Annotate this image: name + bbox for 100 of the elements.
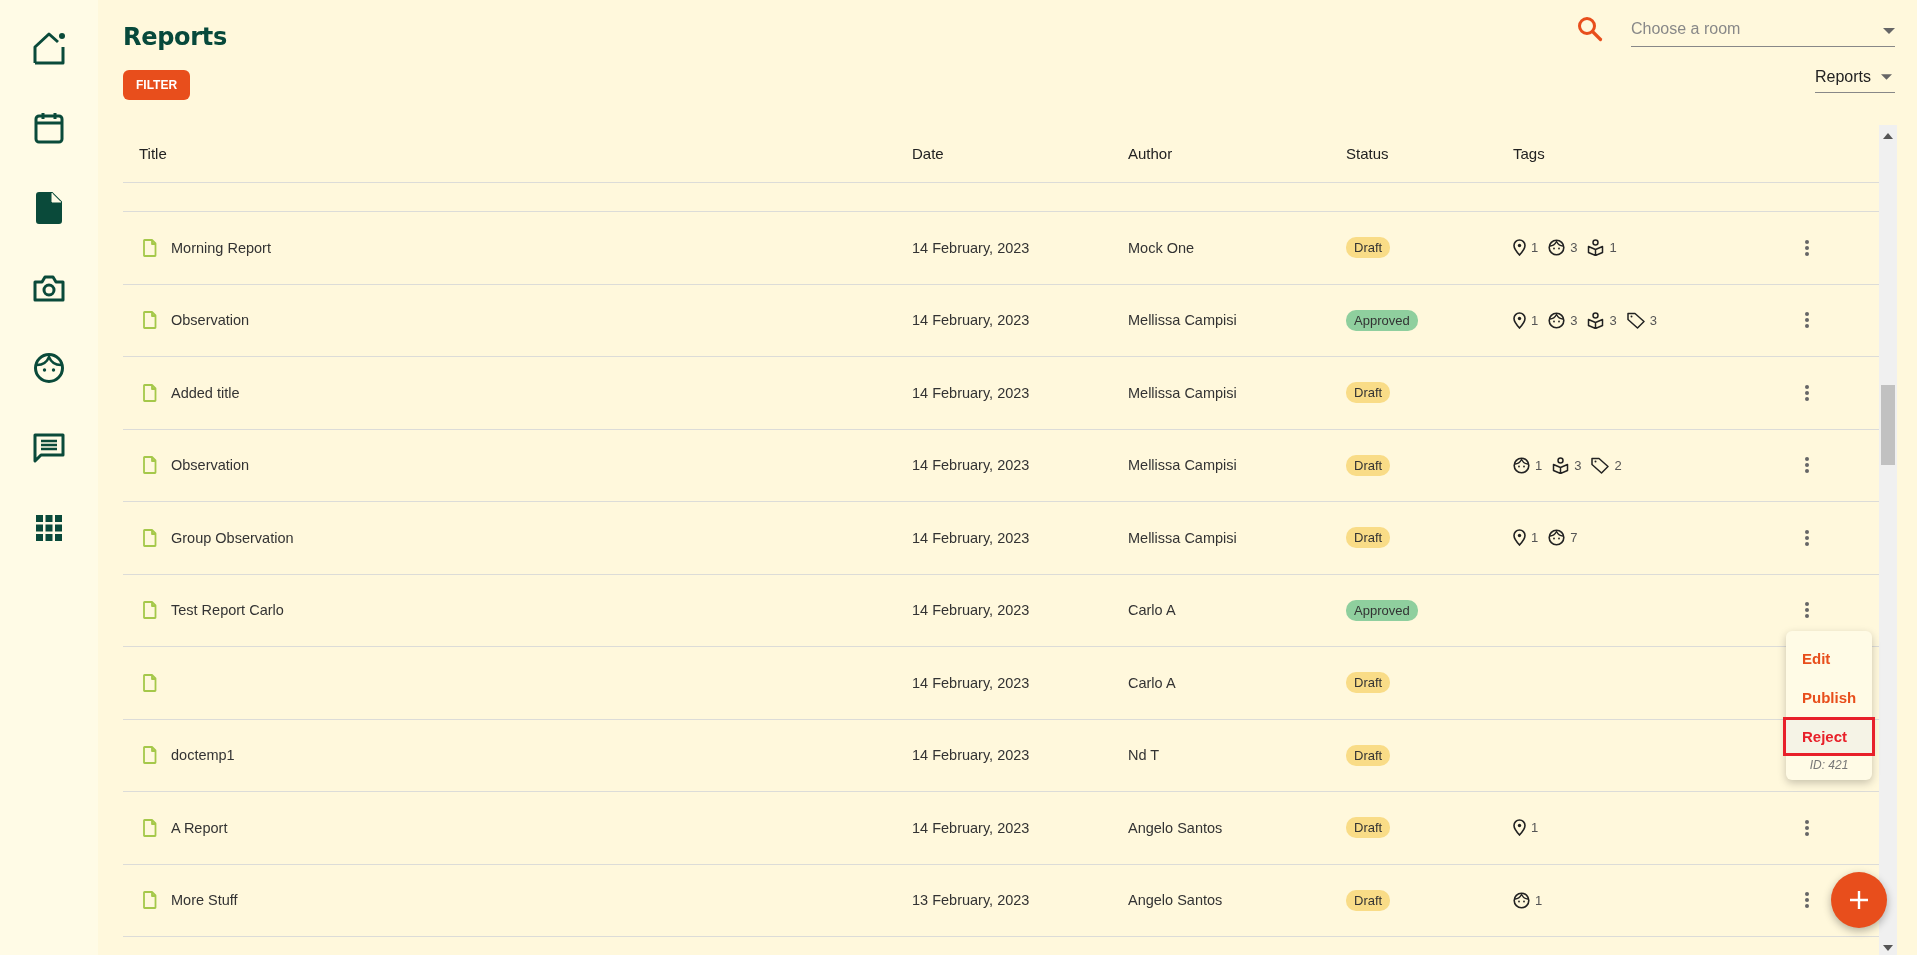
reader-icon: [1587, 311, 1605, 329]
tag-count: 1: [1535, 892, 1543, 908]
caret-icon[interactable]: [1883, 27, 1895, 34]
tag-icon: [1626, 311, 1645, 329]
tag-count: 2: [1614, 457, 1622, 473]
document-icon: [143, 311, 157, 330]
author-cell: Mellissa Campisi: [1128, 529, 1237, 546]
menu-item[interactable]: Edit: [1783, 639, 1875, 678]
more-icon[interactable]: [1804, 238, 1810, 257]
search-icon[interactable]: [1577, 16, 1603, 42]
camera-icon[interactable]: [33, 274, 65, 302]
document-icon: [143, 891, 157, 910]
date-cell: 13 February, 2023: [912, 892, 1030, 909]
menu-item[interactable]: Publish: [1783, 678, 1875, 717]
author-cell: Carlo A: [1128, 674, 1176, 691]
chat-icon[interactable]: [33, 432, 65, 464]
report-title[interactable]: Test Report Carlo: [171, 602, 284, 619]
more-icon[interactable]: [1804, 528, 1810, 547]
author-cell: Mellissa Campisi: [1128, 312, 1237, 329]
scrollbar[interactable]: [1879, 125, 1897, 955]
more-icon[interactable]: [1804, 383, 1810, 402]
author-cell: Carlo A: [1128, 602, 1176, 619]
location-pin-icon: [1513, 819, 1526, 837]
report-title[interactable]: Observation: [171, 457, 250, 474]
date-cell: 14 February, 2023: [912, 529, 1030, 546]
tag-count: 1: [1535, 457, 1543, 473]
plus-icon: [1849, 890, 1869, 910]
author-cell: Angelo Santos: [1128, 892, 1223, 909]
tag-count: 3: [1570, 312, 1578, 328]
report-title[interactable]: Morning Report: [171, 239, 271, 256]
tag-count: 1: [1531, 240, 1539, 256]
tag-count: 3: [1574, 457, 1582, 473]
document-icon: [143, 601, 157, 620]
more-icon[interactable]: [1804, 601, 1810, 620]
report-title[interactable]: doctemp1: [171, 747, 235, 764]
document-icon: [143, 746, 157, 765]
column-header: Date: [912, 145, 944, 162]
status-badge: Draft: [1346, 527, 1391, 549]
status-badge: Draft: [1346, 237, 1391, 259]
reader-icon: [1587, 239, 1605, 257]
menu-item[interactable]: Reject: [1783, 717, 1875, 756]
tag-count: 7: [1570, 530, 1578, 546]
author-cell: Mellissa Campisi: [1128, 384, 1237, 401]
date-cell: 14 February, 2023: [912, 457, 1030, 474]
status-badge: Approved: [1346, 309, 1418, 331]
calendar-icon[interactable]: [33, 111, 65, 145]
room-select[interactable]: Choose a room: [1631, 17, 1895, 47]
document-icon: [143, 383, 157, 402]
document-icon: [143, 818, 157, 837]
location-pin-icon: [1513, 239, 1526, 257]
document-icon: [143, 238, 157, 257]
view-select[interactable]: Reports: [1815, 68, 1895, 93]
column-header: Tags: [1513, 145, 1545, 162]
column-header: Status: [1346, 145, 1389, 162]
scroll-thumb[interactable]: [1881, 385, 1895, 465]
column-header: Title: [139, 145, 167, 162]
report-id: ID: 421: [1808, 757, 1850, 772]
scroll-down-icon[interactable]: [1883, 945, 1893, 951]
date-cell: 14 February, 2023: [912, 747, 1030, 764]
child-face-icon: [1513, 891, 1530, 909]
scroll-up-icon[interactable]: [1883, 133, 1893, 139]
document-icon[interactable]: [36, 192, 62, 224]
date-cell: 14 February, 2023: [912, 312, 1030, 329]
author-cell: Angelo Santos: [1128, 819, 1223, 836]
more-icon[interactable]: [1804, 311, 1810, 330]
document-icon: [143, 456, 157, 475]
filter-button[interactable]: FILTER: [123, 70, 191, 100]
status-badge: Draft: [1346, 454, 1391, 476]
report-title[interactable]: Observation: [171, 312, 250, 329]
add-button[interactable]: [1831, 872, 1887, 928]
date-cell: 14 February, 2023: [912, 239, 1030, 256]
reader-icon: [1552, 456, 1570, 474]
child-face-icon: [1513, 456, 1530, 474]
column-header: Author: [1128, 145, 1173, 162]
page-title: Reports: [123, 23, 227, 51]
tag-count: 3: [1649, 312, 1657, 328]
child-face-icon: [1548, 239, 1566, 257]
author-cell: Mellissa Campisi: [1128, 457, 1237, 474]
tag-count: 3: [1570, 240, 1578, 256]
status-badge: Draft: [1346, 817, 1391, 839]
report-title[interactable]: A Report: [171, 819, 228, 836]
status-badge: Approved: [1346, 599, 1418, 621]
author-cell: Nd T: [1128, 747, 1160, 764]
tag-count: 1: [1531, 312, 1539, 328]
child-face-icon[interactable]: [33, 352, 65, 384]
report-title[interactable]: Added title: [171, 384, 240, 401]
tag-count: 1: [1531, 530, 1539, 546]
more-icon[interactable]: [1804, 818, 1810, 837]
more-icon[interactable]: [1804, 456, 1810, 475]
more-icon[interactable]: [1804, 891, 1810, 910]
status-badge: Draft: [1346, 744, 1391, 766]
date-cell: 14 February, 2023: [912, 602, 1030, 619]
status-badge: Draft: [1346, 382, 1391, 404]
caret-icon[interactable]: [1881, 74, 1893, 80]
report-title[interactable]: More Stuff: [171, 892, 238, 909]
report-title[interactable]: Group Observation: [171, 529, 294, 546]
home-icon[interactable]: [31, 30, 67, 66]
apps-grid-icon[interactable]: [36, 515, 62, 541]
date-cell: 14 February, 2023: [912, 674, 1030, 691]
author-cell: Mock One: [1128, 239, 1195, 256]
